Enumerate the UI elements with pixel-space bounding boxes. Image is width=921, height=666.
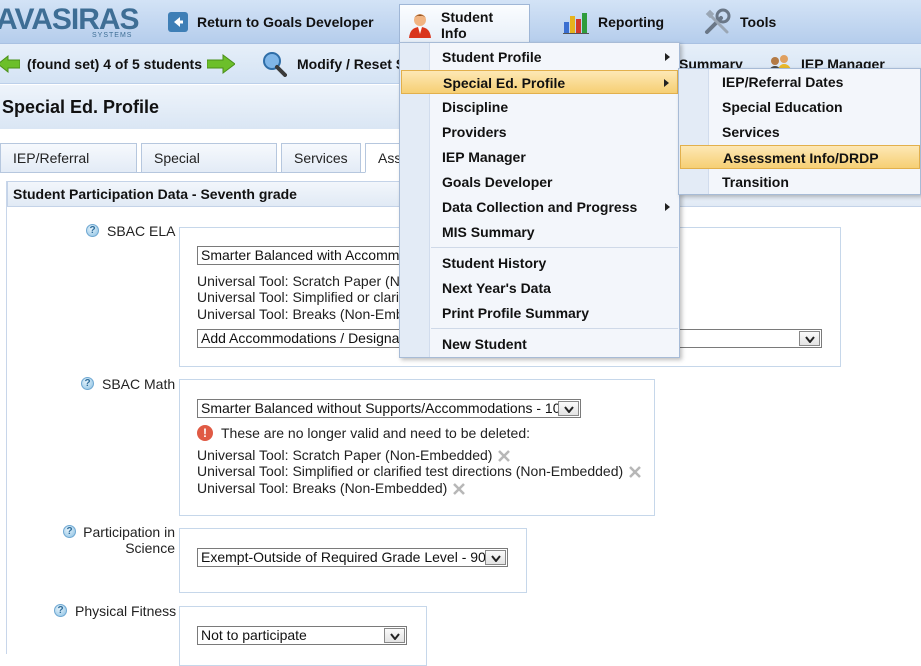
menu-item-student-history[interactable]: Student History xyxy=(401,251,678,275)
accommodation-text: Universal Tool: Breaks (Non-Embedded) xyxy=(197,480,448,496)
sbac-math-label: SBAC Math xyxy=(102,376,176,392)
sbac-math-accommodation-item: Universal Tool: Simplified or clarified … xyxy=(197,463,642,479)
science-select[interactable]: Exempt-Outside of Required Grade Level -… xyxy=(197,548,508,567)
help-icon[interactable]: ? xyxy=(81,377,94,390)
science-label-line2: Science xyxy=(125,540,175,556)
menu-item-providers[interactable]: Providers xyxy=(401,120,678,144)
siras-logo: AVASIRAS SYSTEMS xyxy=(0,3,140,40)
warning-message: ! These are no longer valid and need to … xyxy=(197,425,530,441)
back-arrow-icon xyxy=(168,12,188,32)
sbac-ela-accommodation-item: Universal Tool: Scratch Paper (No xyxy=(197,273,408,289)
sbac-ela-select-value: Smarter Balanced with Accommo xyxy=(201,247,408,263)
sbac-math-accommodation-item: Universal Tool: Scratch Paper (Non-Embed… xyxy=(197,447,511,463)
menu-item-print-profile-summary[interactable]: Print Profile Summary xyxy=(401,301,678,325)
left-arrow-icon xyxy=(0,54,20,74)
submenu-item-special-education[interactable]: Special Education xyxy=(680,95,920,119)
next-student-button[interactable] xyxy=(207,44,235,84)
sbac-math-select-value: Smarter Balanced without Supports/Accomm… xyxy=(201,400,561,416)
menu-separator xyxy=(431,328,678,329)
submenu-item-services[interactable]: Services xyxy=(680,120,920,144)
help-icon[interactable]: ? xyxy=(86,224,99,237)
return-label: Return to Goals Developer xyxy=(197,14,374,30)
sbac-ela-select[interactable]: Smarter Balanced with Accommo xyxy=(197,246,427,265)
delete-x-icon[interactable] xyxy=(629,465,642,478)
physical-fitness-select[interactable]: Not to participate xyxy=(197,626,407,645)
sbac-ela-label: SBAC ELA xyxy=(107,223,176,239)
reporting-label: Reporting xyxy=(598,14,665,30)
chevron-down-icon xyxy=(485,550,506,565)
chevron-down-icon xyxy=(558,401,579,416)
warning-icon: ! xyxy=(197,425,213,441)
science-label-line1: Participation in xyxy=(83,524,175,540)
tools-menu-button[interactable]: Tools xyxy=(703,0,776,44)
warning-text: These are no longer valid and need to be… xyxy=(221,425,531,441)
top-nav-bar: AVASIRAS SYSTEMS Return to Goals Develop… xyxy=(0,0,921,44)
add-accommodations-value: Add Accommodations / Designat xyxy=(201,330,404,346)
menu-item-label: Special Ed. Profile xyxy=(443,75,566,91)
menu-item-mis-summary[interactable]: MIS Summary xyxy=(401,220,678,244)
student-info-label: Student Info xyxy=(441,8,494,41)
help-icon[interactable]: ? xyxy=(63,525,76,538)
sbac-ela-accommodation-item: Universal Tool: Simplified or clarif xyxy=(197,289,403,305)
submenu-item-iep-referral-dates[interactable]: IEP/Referral Dates xyxy=(680,70,920,94)
prev-student-button[interactable] xyxy=(0,44,20,84)
science-label: Participation in Science xyxy=(79,524,175,556)
submenu-item-transition[interactable]: Transition xyxy=(680,170,920,194)
menu-separator xyxy=(431,247,678,248)
right-arrow-icon xyxy=(207,54,235,74)
menu-item-goals-developer[interactable]: Goals Developer xyxy=(401,170,678,194)
magnifier-icon xyxy=(263,52,287,77)
student-person-icon xyxy=(408,12,432,38)
found-set-label: (found set) 4 of 5 students xyxy=(27,56,202,72)
reporting-menu-button[interactable]: Reporting xyxy=(563,0,664,44)
student-info-menu-button[interactable]: Student Info xyxy=(399,4,530,44)
sbac-math-select[interactable]: Smarter Balanced without Supports/Accomm… xyxy=(197,399,581,418)
submenu-arrow-icon xyxy=(664,79,669,87)
page-title: Special Ed. Profile xyxy=(2,97,160,117)
submenu-item-assessment-info-drdp[interactable]: Assessment Info/DRDP xyxy=(680,145,920,169)
tab-iep-referral-dates[interactable]: IEP/Referral Dates xyxy=(0,143,137,194)
sbac-math-accommodation-item: Universal Tool: Breaks (Non-Embedded) xyxy=(197,480,466,496)
menu-item-new-student[interactable]: New Student xyxy=(401,332,678,356)
submenu-arrow-icon xyxy=(665,203,670,211)
menu-item-student-profile[interactable]: Student Profile xyxy=(401,45,678,69)
modify-reset-label: Modify / Reset S xyxy=(297,56,406,72)
tools-label: Tools xyxy=(740,14,777,30)
chevron-down-icon xyxy=(384,628,405,643)
tab-services[interactable]: Services xyxy=(281,143,361,173)
science-select-value: Exempt-Outside of Required Grade Level -… xyxy=(201,549,486,565)
menu-item-next-years-data[interactable]: Next Year's Data xyxy=(401,276,678,300)
logo-subtext: SYSTEMS xyxy=(92,32,133,39)
menu-item-special-ed-profile[interactable]: Special Ed. Profile xyxy=(401,70,678,94)
tab-special-education[interactable]: Special Education xyxy=(141,143,277,194)
sbac-ela-accommodation-item: Universal Tool: Breaks (Non-Emb xyxy=(197,306,404,322)
submenu-arrow-icon xyxy=(665,53,670,61)
physical-fitness-label: Physical Fitness xyxy=(75,603,177,619)
menu-item-discipline[interactable]: Discipline xyxy=(401,95,678,119)
menu-item-iep-manager[interactable]: IEP Manager xyxy=(401,145,678,169)
menu-item-label: Student Profile xyxy=(442,49,542,65)
physical-fitness-select-value: Not to participate xyxy=(201,627,307,643)
menu-item-label: Data Collection and Progress xyxy=(442,199,638,215)
modify-reset-button[interactable]: Modify / Reset S xyxy=(261,44,405,84)
delete-x-icon[interactable] xyxy=(498,449,511,462)
tools-wrench-icon xyxy=(703,8,731,36)
help-icon[interactable]: ? xyxy=(54,604,67,617)
menu-item-data-collection[interactable]: Data Collection and Progress xyxy=(401,195,678,219)
bar-chart-icon xyxy=(563,10,589,34)
accommodation-text: Universal Tool: Scratch Paper (Non-Embed… xyxy=(197,447,493,463)
special-ed-submenu: IEP/Referral Dates Special Education Ser… xyxy=(678,68,921,195)
return-to-goals-button[interactable]: Return to Goals Developer xyxy=(168,0,374,44)
student-info-dropdown: Student Profile Special Ed. Profile Disc… xyxy=(399,42,680,358)
accommodation-text: Universal Tool: Simplified or clarified … xyxy=(197,463,624,479)
chevron-down-icon xyxy=(799,331,820,346)
delete-x-icon[interactable] xyxy=(453,482,466,495)
